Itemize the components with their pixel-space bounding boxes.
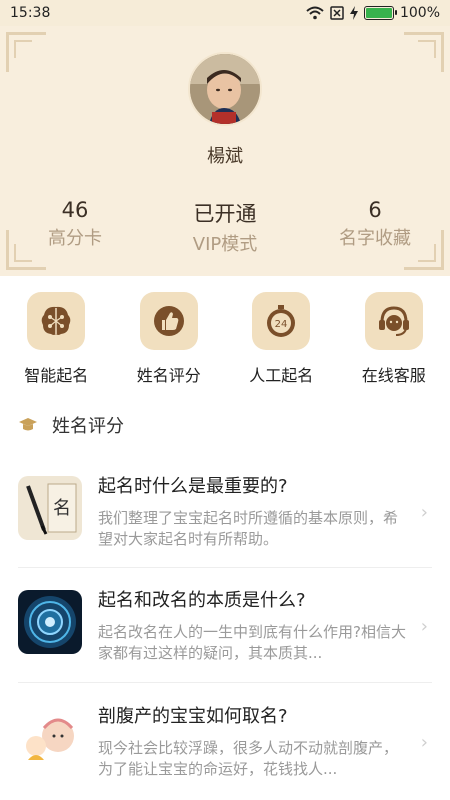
article-thumbnail: [18, 590, 82, 654]
feature-label: 在线客服: [361, 366, 426, 385]
section-title: 姓名评分: [52, 416, 124, 437]
feature-label: 人工起名: [249, 366, 314, 385]
svg-text:24: 24: [275, 319, 288, 330]
feature-manual-naming[interactable]: 24 人工起名: [225, 292, 337, 386]
feature-label: 姓名评分: [136, 366, 201, 385]
article-thumbnail: 名: [18, 476, 82, 540]
wifi-icon: [306, 6, 324, 20]
stat-label: 名字收藏: [339, 228, 411, 249]
chevron-right-icon: ›: [420, 732, 428, 753]
feature-smart-naming[interactable]: 智能起名: [0, 292, 112, 386]
avatar[interactable]: [188, 52, 262, 126]
article-title: 剖腹产的宝宝如何取名?: [98, 706, 288, 727]
article-item[interactable]: 起名和改名的本质是什么? 起名改名在人的一生中到底有什么作用?相信大家都有过这样…: [0, 580, 450, 698]
user-name: 楊斌: [207, 146, 243, 167]
article-description: 现今社会比较浮躁，很多人动不动就剖腹产，为了能让宝宝的命运好，花钱找人...: [98, 739, 399, 778]
timer-24-icon: 24: [252, 292, 311, 350]
thumbs-up-icon: [139, 292, 198, 350]
graduation-cap-icon: [19, 418, 37, 431]
feature-name-scoring[interactable]: 姓名评分: [113, 292, 225, 386]
stats-row: 46 高分卡 已开通 VIP模式 6 名字收藏: [0, 198, 450, 256]
brain-icon: [27, 292, 86, 350]
article-title: 起名和改名的本质是什么?: [98, 590, 306, 611]
article-thumbnail: [18, 706, 82, 770]
stat-high-score-cards[interactable]: 46 高分卡: [0, 198, 150, 256]
charging-icon: [349, 6, 358, 20]
profile-header: 楊斌 46 高分卡 已开通 VIP模式 6 名字收藏: [0, 26, 450, 276]
article-description: 我们整理了宝宝起名时所遵循的基本原则，希望对大家起名时有所帮助。: [98, 509, 399, 548]
status-bar: 15:38 100%: [0, 0, 450, 26]
status-time: 15:38: [10, 5, 51, 21]
divider: [18, 682, 432, 683]
chevron-right-icon: ›: [420, 616, 428, 637]
article-description: 起名改名在人的一生中到底有什么作用?相信大家都有过这样的疑问，其本质其...: [98, 623, 406, 662]
stat-name-favorites[interactable]: 6 名字收藏: [300, 198, 450, 256]
stat-vip-mode[interactable]: 已开通 VIP模式: [150, 198, 300, 256]
stat-value: 已开通: [193, 202, 257, 226]
stat-label: VIP模式: [192, 234, 258, 255]
headset-icon: [364, 292, 423, 350]
feature-grid: 智能起名 姓名评分 24 人工起名 在线客服: [0, 292, 450, 386]
section-header: 姓名评分: [18, 412, 124, 438]
feature-label: 智能起名: [24, 366, 89, 385]
stat-label: 高分卡: [48, 228, 102, 249]
feature-customer-service[interactable]: 在线客服: [338, 292, 450, 386]
decorative-corner: [14, 40, 32, 58]
stat-value: 46: [61, 198, 89, 222]
stat-value: 6: [368, 198, 382, 222]
article-title: 起名时什么是最重要的?: [98, 476, 288, 497]
chevron-right-icon: ›: [420, 502, 428, 523]
sim-off-icon: [330, 6, 344, 20]
divider: [18, 567, 432, 568]
status-icons: 100%: [306, 5, 440, 21]
battery-icon: [363, 6, 397, 20]
decorative-corner: [418, 40, 436, 58]
article-item[interactable]: 剖腹产的宝宝如何取名? 现今社会比较浮躁，很多人动不动就剖腹产，为了能让宝宝的命…: [0, 696, 450, 800]
battery-percent: 100%: [399, 5, 440, 21]
svg-text:名: 名: [53, 498, 71, 519]
